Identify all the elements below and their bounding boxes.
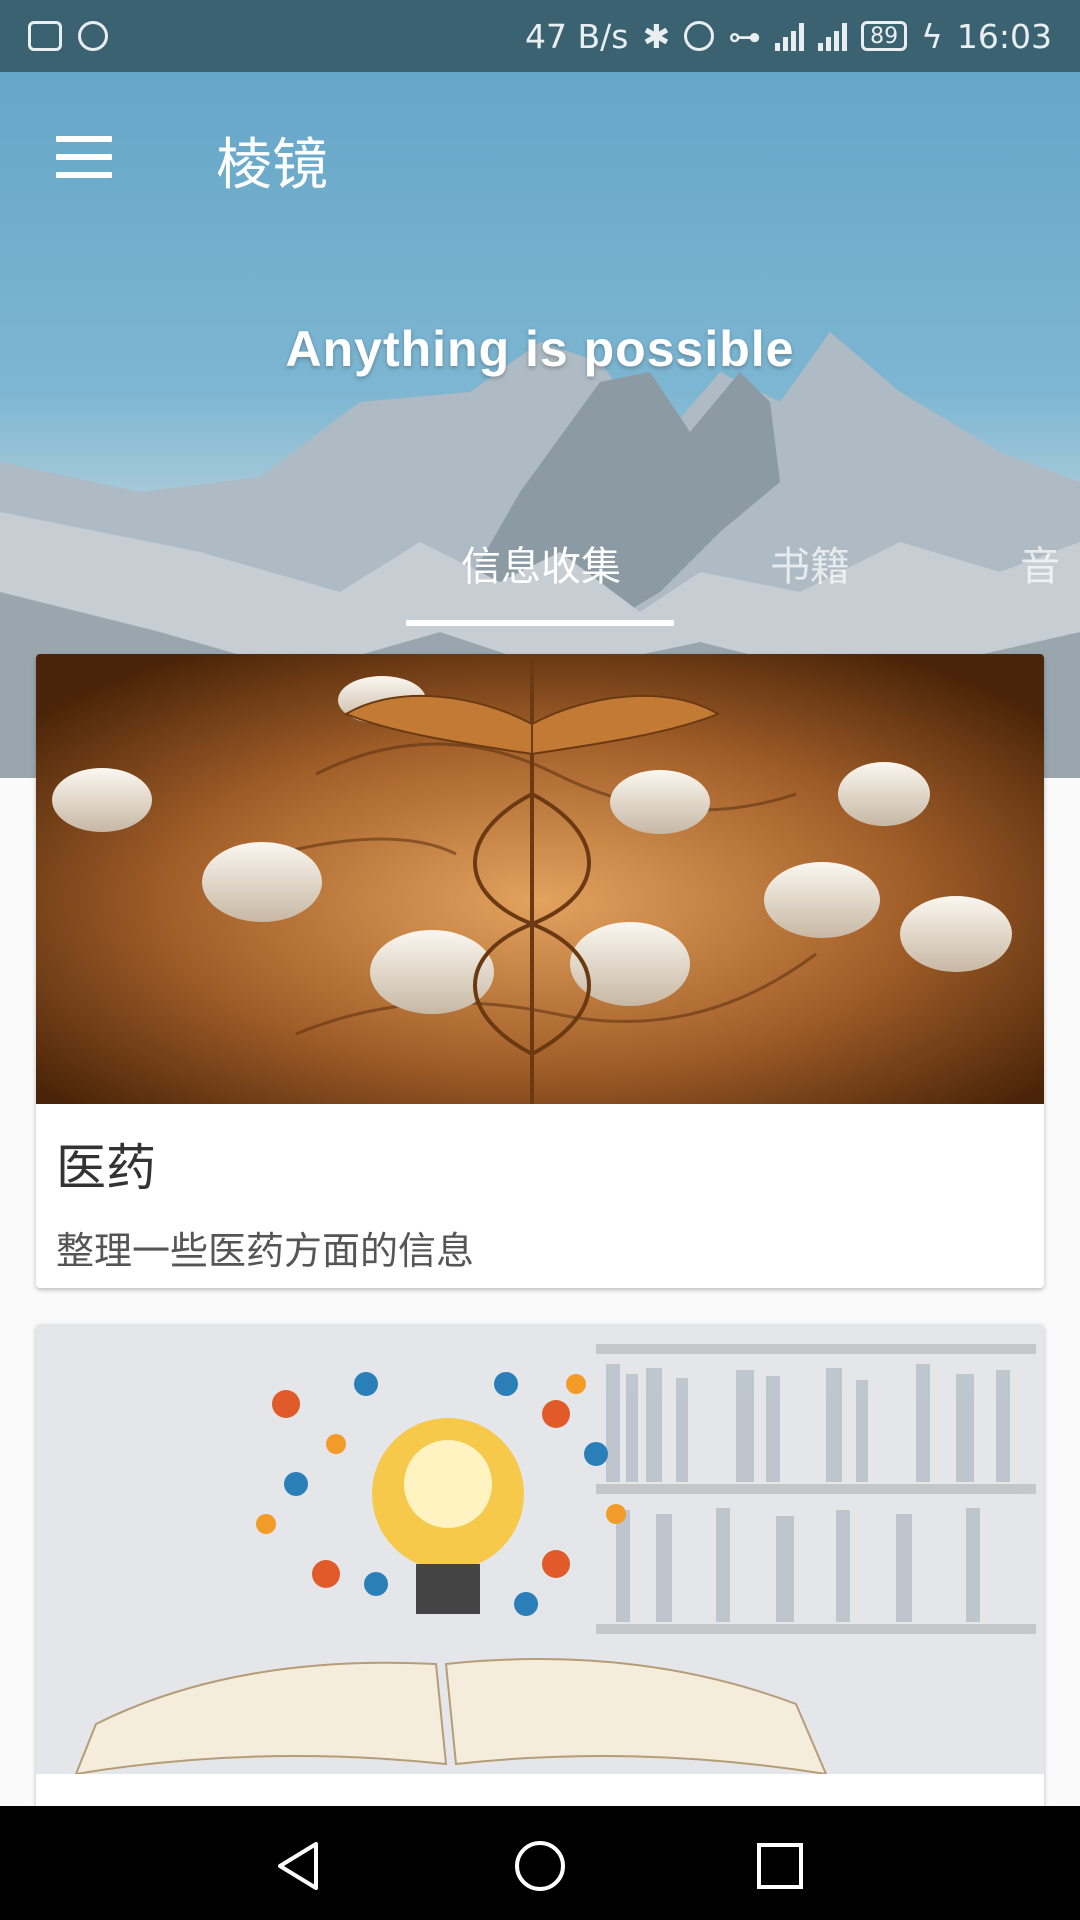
bluetooth-icon: ✱ <box>642 16 671 56</box>
tab-audio[interactable]: 音 <box>1020 518 1080 608</box>
tab-bar: 信息收集 书籍 音 <box>0 518 1080 622</box>
status-bar: 47 B/s ✱ ⊶ 89 ϟ 16:03 <box>0 0 1080 72</box>
home-circle-icon[interactable] <box>510 1836 570 1896</box>
lightbulb-book-education-image <box>36 1324 1044 1774</box>
app-title: 棱镜 <box>216 133 328 198</box>
charging-icon: ϟ <box>921 16 943 56</box>
card-title: 医药 <box>56 1139 156 1197</box>
signal-4g-2g-icon <box>818 21 848 51</box>
shield-icon <box>78 21 108 51</box>
medicine-pills-caduceus-image <box>36 654 1044 1104</box>
toolbar: 棱镜 <box>0 72 1080 240</box>
back-triangle-icon[interactable] <box>270 1836 330 1896</box>
tab-indicator <box>406 620 674 626</box>
activity-icon <box>28 21 62 51</box>
hamburger-menu-icon[interactable] <box>56 134 112 180</box>
card-education[interactable] <box>36 1324 1044 1854</box>
card-medicine[interactable]: 医药 整理一些医药方面的信息 <box>36 654 1044 1288</box>
clock: 16:03 <box>956 16 1052 56</box>
tab-books[interactable]: 书籍 <box>720 518 900 608</box>
card-description: 整理一些医药方面的信息 <box>56 1229 475 1273</box>
banner-slogan: Anything is possible <box>285 321 795 377</box>
key-icon: ⊶ <box>728 16 762 56</box>
alarm-icon <box>684 21 715 51</box>
battery-icon: 89 <box>861 21 908 51</box>
signal-4g-icon <box>775 21 805 51</box>
network-speed: 47 B/s <box>525 16 629 56</box>
tab-info-collection[interactable]: 信息收集 <box>406 518 676 608</box>
recent-square-icon[interactable] <box>750 1836 810 1896</box>
system-navigation-bar <box>0 1806 1080 1920</box>
